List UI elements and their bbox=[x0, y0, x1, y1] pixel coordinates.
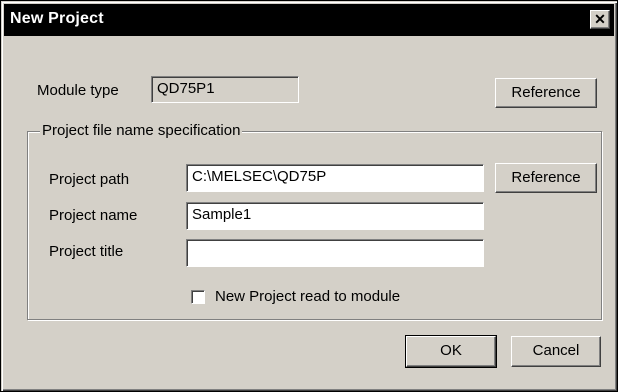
cancel-button[interactable]: Cancel bbox=[511, 336, 601, 367]
project-title-input[interactable] bbox=[186, 239, 484, 267]
read-to-module-checkbox[interactable] bbox=[191, 290, 205, 304]
title-bar: New Project ✕ bbox=[4, 4, 614, 36]
read-to-module-label: New Project read to module bbox=[215, 288, 401, 305]
project-title-label: Project title bbox=[49, 243, 124, 260]
close-icon[interactable]: ✕ bbox=[590, 10, 610, 29]
dialog-title: New Project bbox=[10, 10, 104, 27]
project-name-label: Project name bbox=[49, 207, 138, 224]
module-type-field: QD75P1 bbox=[151, 76, 299, 103]
path-reference-button[interactable]: Reference bbox=[495, 163, 597, 193]
module-type-label: Module type bbox=[37, 82, 119, 99]
new-project-dialog: New Project ✕ Module type QD75P1 Referen… bbox=[0, 0, 618, 392]
project-name-input[interactable]: Sample1 bbox=[186, 202, 484, 230]
group-legend: Project file name specification bbox=[40, 122, 243, 139]
project-path-input[interactable]: C:\MELSEC\QD75P bbox=[186, 164, 484, 192]
module-reference-button[interactable]: Reference bbox=[495, 78, 597, 108]
ok-button[interactable]: OK bbox=[405, 335, 497, 368]
project-path-label: Project path bbox=[49, 171, 130, 188]
